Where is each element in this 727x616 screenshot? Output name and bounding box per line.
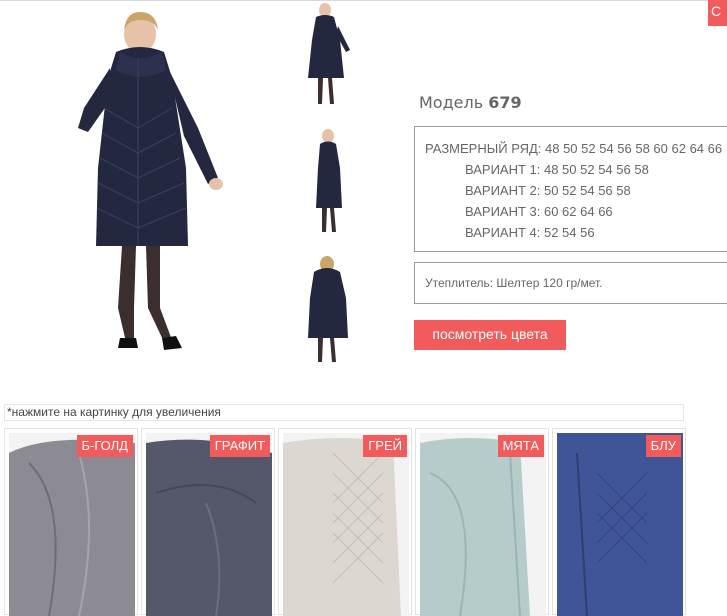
size-range: РАЗМЕРНЫЙ РЯД: 48 50 52 54 56 58 60 62 6… [425, 141, 723, 156]
insulation-text: Утеплитель: Шелтер 120 гр/мет. [425, 276, 603, 290]
color-photo [9, 433, 135, 616]
color-label: БЛУ [645, 435, 681, 457]
color-card-b-gold[interactable]: Б-ГОЛД [4, 428, 138, 616]
top-divider [0, 0, 727, 1]
color-label: МЯТА [497, 435, 544, 457]
main-product-photo[interactable] [12, 8, 268, 360]
color-label: ГРАФИТ [209, 435, 270, 457]
color-card-blue[interactable]: БЛУ [552, 428, 686, 616]
color-photo [557, 433, 683, 616]
color-photo [146, 433, 272, 616]
thumbnail-front[interactable] [282, 0, 362, 118]
color-card-grey[interactable]: ГРЕЙ [278, 428, 412, 616]
size-variant: ВАРИАНТ 1: 48 50 52 54 56 58 [465, 162, 649, 177]
thumbnail-back[interactable] [282, 248, 362, 366]
size-variant: ВАРИАНТ 2: 50 52 54 56 58 [465, 183, 631, 198]
model-prefix: Модель [419, 93, 484, 112]
color-photo [283, 433, 409, 616]
model-number: 679 [488, 93, 522, 112]
color-label: Б-ГОЛД [76, 435, 133, 457]
color-card-grafit[interactable]: ГРАФИТ [141, 428, 275, 616]
color-card-mint[interactable]: МЯТА [415, 428, 549, 616]
sizes-box: РАЗМЕРНЫЙ РЯД: 48 50 52 54 56 58 60 62 6… [414, 126, 727, 252]
enlarge-hint: *нажмите на картинку для увеличения [4, 404, 684, 421]
corner-button[interactable]: С [708, 0, 727, 26]
thumbnail-side[interactable] [282, 124, 362, 242]
color-photo [420, 433, 546, 616]
insulation-box: Утеплитель: Шелтер 120 гр/мет. [414, 262, 727, 304]
color-label: ГРЕЙ [363, 435, 407, 457]
model-title: Модель 679 [419, 93, 522, 112]
size-variant: ВАРИАНТ 4: 52 54 56 [465, 225, 595, 240]
view-colors-button[interactable]: посмотреть цвета [414, 320, 566, 350]
size-variant: ВАРИАНТ 3: 60 62 64 66 [465, 204, 613, 219]
